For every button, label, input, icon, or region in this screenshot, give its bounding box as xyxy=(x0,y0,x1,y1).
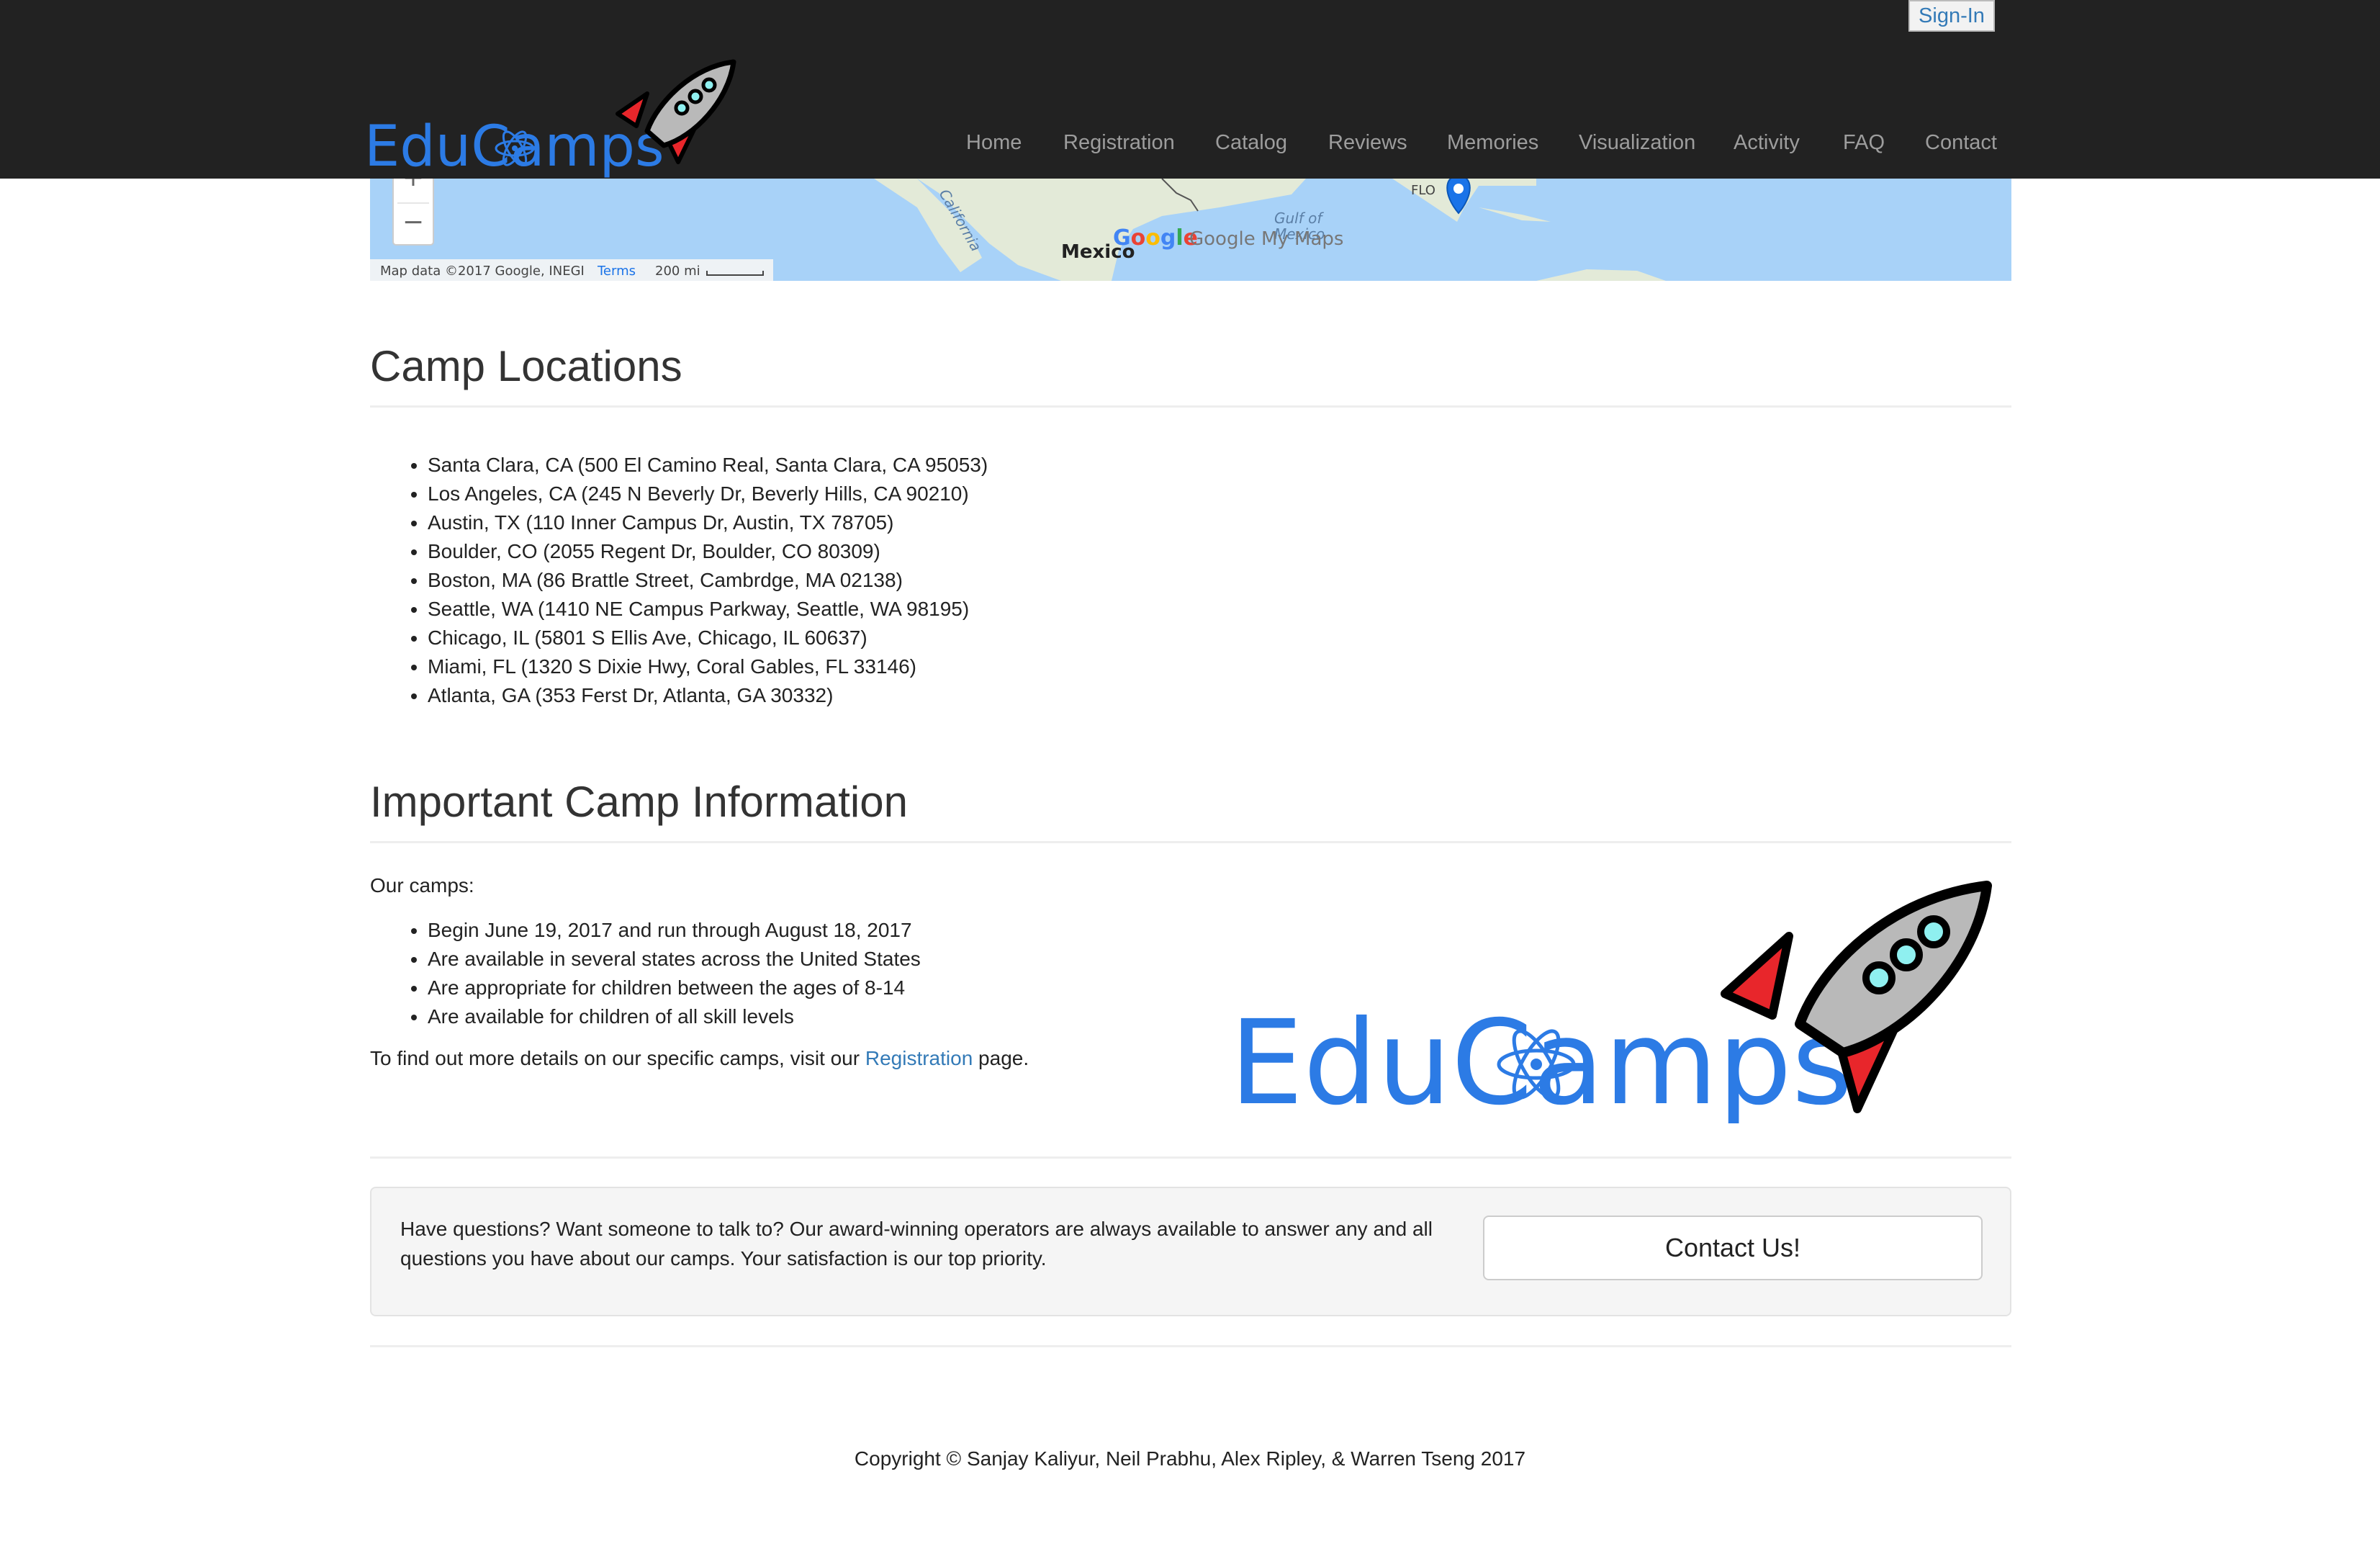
logo-text: EduCamps xyxy=(1230,996,1852,1123)
embedded-map[interactable]: + − California Mexico Gulf of Mexico FLO… xyxy=(370,179,2011,281)
map-label-gulf: Gulf of xyxy=(1274,210,1324,227)
zoom-out-button[interactable]: − xyxy=(402,207,424,237)
footer-copyright: Copyright © Sanjay Kaliyur, Neil Prabhu,… xyxy=(854,1447,1526,1470)
google-logo: Google xyxy=(1113,225,1198,251)
map-scale-label: 200 mi xyxy=(655,264,700,279)
nav-registration[interactable]: Registration xyxy=(1063,128,1175,157)
info-item: Are available in several states across t… xyxy=(428,945,921,974)
contact-well: Have questions? Want someone to talk to?… xyxy=(370,1187,2011,1316)
brand-logo[interactable]: EduCamps xyxy=(363,58,752,179)
camp-details-text: To find out more details on our specific… xyxy=(370,1047,1029,1070)
navbar: Sign-In EduCamps Home Registration Catal… xyxy=(0,0,2380,179)
camp-locations-heading: Camp Locations xyxy=(370,342,682,390)
main-nav: Home Registration Catalog Reviews Memori… xyxy=(0,128,2380,157)
nav-activity[interactable]: Activity xyxy=(1734,128,1800,157)
location-item: Atlanta, GA (353 Ferst Dr, Atlanta, GA 3… xyxy=(428,681,988,710)
zoom-in-button[interactable]: + xyxy=(402,179,424,192)
location-item: Chicago, IL (5801 S Ellis Ave, Chicago, … xyxy=(428,624,988,652)
info-item: Are appropriate for children between the… xyxy=(428,974,921,1002)
brand-logo-graphic: EduCamps xyxy=(364,59,736,179)
camp-info-intro: Our camps: xyxy=(370,874,474,897)
svg-text:Google: Google xyxy=(1113,225,1198,251)
location-item: Los Angeles, CA (245 N Beverly Dr, Bever… xyxy=(428,480,988,508)
map-canvas: + − California Mexico Gulf of Mexico FLO… xyxy=(370,179,2011,281)
nav-reviews[interactable]: Reviews xyxy=(1328,128,1407,157)
location-item: Seattle, WA (1410 NE Campus Parkway, Sea… xyxy=(428,595,988,624)
camp-info-heading: Important Camp Information xyxy=(370,778,908,826)
details-suffix: page. xyxy=(973,1047,1029,1069)
info-item: Are available for children of all skill … xyxy=(428,1002,921,1031)
divider xyxy=(370,405,2011,408)
nav-memories[interactable]: Memories xyxy=(1447,128,1538,157)
educamps-logo-large: EduCamps xyxy=(1224,871,2001,1131)
map-branding: Google My Maps xyxy=(1189,228,1343,250)
contact-us-button[interactable]: Contact Us! xyxy=(1483,1216,1983,1280)
map-attribution: Map data ©2017 Google, INEGI xyxy=(380,264,585,279)
sign-in-button[interactable]: Sign-In xyxy=(1908,0,1995,32)
contact-message: Have questions? Want someone to talk to?… xyxy=(400,1218,1433,1270)
nav-visualization[interactable]: Visualization xyxy=(1579,128,1695,157)
camp-locations-list: Santa Clara, CA (500 El Camino Real, San… xyxy=(370,451,988,710)
educamps-logo-graphic: EduCamps xyxy=(1230,881,1992,1131)
camp-info-list: Begin June 19, 2017 and run through Augu… xyxy=(370,916,921,1031)
divider xyxy=(370,1156,2011,1159)
nav-contact[interactable]: Contact xyxy=(1925,128,1997,157)
nav-catalog[interactable]: Catalog xyxy=(1215,128,1287,157)
map-terms-link[interactable]: Terms xyxy=(597,264,636,279)
registration-link[interactable]: Registration xyxy=(865,1047,973,1069)
details-prefix: To find out more details on our specific… xyxy=(370,1047,865,1069)
location-item: Boston, MA (86 Brattle Street, Cambrdge,… xyxy=(428,566,988,595)
location-item: Austin, TX (110 Inner Campus Dr, Austin,… xyxy=(428,508,988,537)
divider xyxy=(370,841,2011,843)
divider xyxy=(370,1345,2011,1347)
nav-home[interactable]: Home xyxy=(966,128,1022,157)
info-item: Begin June 19, 2017 and run through Augu… xyxy=(428,916,921,945)
map-label-florida: FLO xyxy=(1411,183,1435,198)
location-item: Santa Clara, CA (500 El Camino Real, San… xyxy=(428,451,988,480)
nav-faq[interactable]: FAQ xyxy=(1843,128,1885,157)
location-item: Boulder, CO (2055 Regent Dr, Boulder, CO… xyxy=(428,537,988,566)
location-item: Miami, FL (1320 S Dixie Hwy, Coral Gable… xyxy=(428,652,988,681)
